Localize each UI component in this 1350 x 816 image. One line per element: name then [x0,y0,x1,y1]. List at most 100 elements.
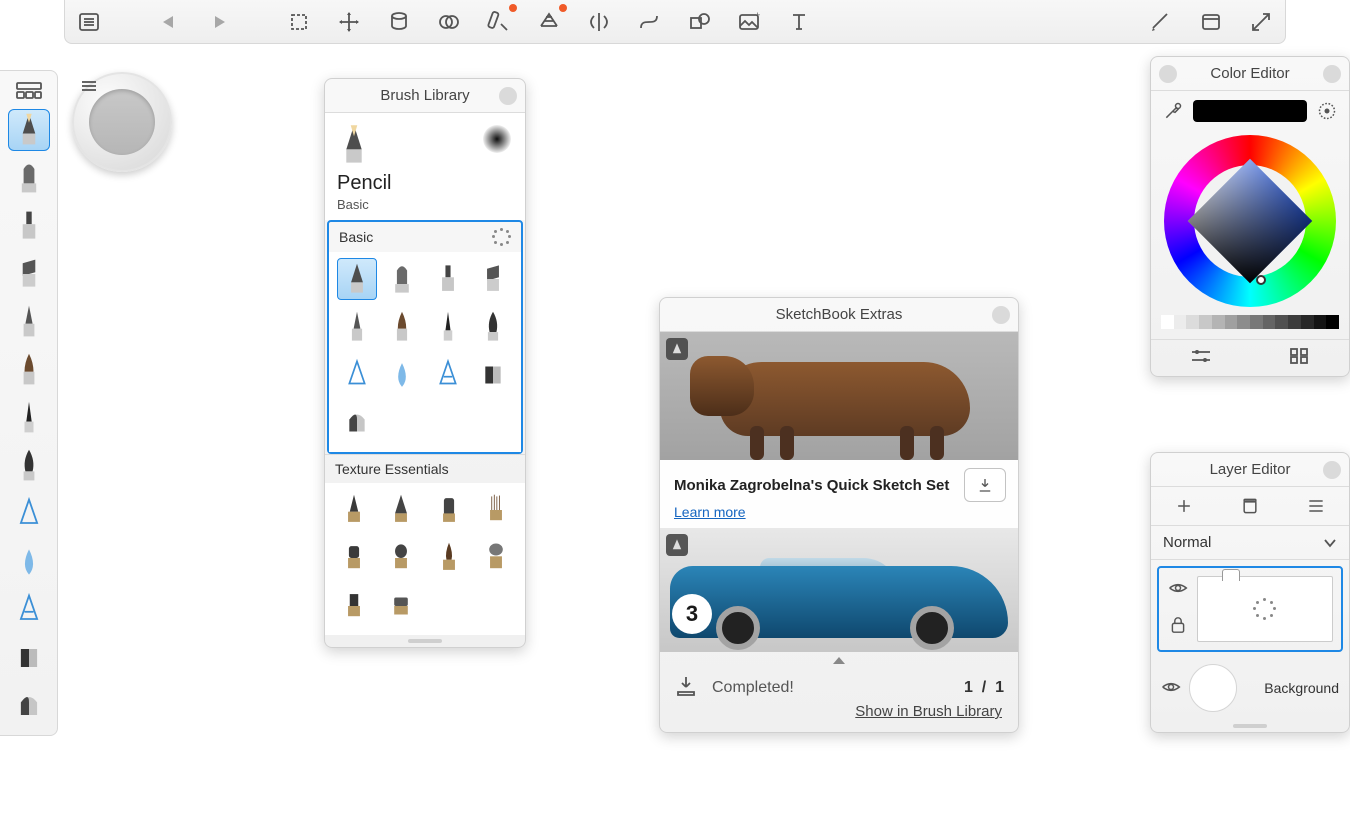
brush-cell[interactable] [428,258,468,300]
selection-icon[interactable] [283,6,315,38]
import-image-icon[interactable]: + [733,6,765,38]
brush-cell[interactable] [381,537,423,579]
color-diamond[interactable] [1188,159,1312,283]
sidebar-brush-pencil-blunt[interactable] [8,157,50,199]
sidebar-brush-nib[interactable] [8,445,50,487]
show-in-brush-library-link[interactable]: Show in Brush Library [660,701,1018,726]
brush-set-grid-basic [329,252,521,452]
resize-handle-icon[interactable] [325,635,525,647]
add-layer-icon[interactable] [1170,495,1198,517]
current-color-swatch[interactable] [1193,100,1307,122]
fill-icon[interactable] [383,6,415,38]
brush-cell[interactable] [381,585,423,627]
menu-list-icon[interactable] [73,6,105,38]
sidebar-brush-chisel[interactable] [8,253,50,295]
sidebar-brush-wide[interactable] [8,349,50,391]
background-label: Background [1245,680,1339,696]
opacity-handle-icon[interactable] [1222,569,1240,581]
perspective-icon[interactable] [533,6,565,38]
brush-cell[interactable] [476,537,518,579]
brush-cell[interactable] [476,489,518,531]
color-marker-icon[interactable] [1256,275,1266,285]
shape-icon[interactable] [683,6,715,38]
text-icon[interactable] [783,6,815,38]
brush-puck[interactable] [72,72,172,172]
visibility-icon[interactable] [1161,680,1181,697]
sidebar-brush-pencil[interactable] [8,109,50,151]
brush-cell[interactable] [474,306,514,348]
brush-cell[interactable] [474,354,514,396]
close-icon[interactable] [992,306,1010,324]
symmetry-icon[interactable] [583,6,615,38]
brush-set-grid-texture [325,483,525,635]
download-button[interactable] [964,468,1006,502]
brush-set-header-basic[interactable]: Basic [329,222,521,252]
palette-grid-icon[interactable] [11,79,47,103]
expand-up-icon[interactable] [660,652,1018,668]
panel-header[interactable]: Color Editor [1151,57,1349,91]
sidebar-brush-ink[interactable] [8,397,50,439]
brush-cell[interactable] [337,402,377,444]
brush-cell[interactable] [333,585,375,627]
brush-cell[interactable] [383,306,423,348]
brush-cell[interactable] [333,537,375,579]
collapse-icon[interactable] [1159,65,1177,83]
learn-more-link[interactable]: Learn more [660,504,1018,528]
layer-item-selected[interactable] [1157,566,1343,652]
brush-cell[interactable] [337,354,377,396]
sliders-tab-icon[interactable] [1187,346,1215,366]
ruler-icon[interactable] [483,6,515,38]
brush-cell[interactable] [383,354,423,396]
transform-icon[interactable] [333,6,365,38]
panel-header[interactable]: SketchBook Extras [660,298,1018,332]
brush-cell[interactable] [428,489,470,531]
sidebar-brush-soft[interactable] [8,541,50,583]
sidebar-brush-pen[interactable] [8,301,50,343]
brush-set-badge-icon [666,338,688,360]
brush-cell[interactable] [428,537,470,579]
eyedropper-icon[interactable] [1161,99,1185,123]
brush-puck-toggle-icon[interactable] [1145,6,1177,38]
close-icon[interactable] [499,87,517,105]
color-mode-icon[interactable] [1315,99,1339,123]
redo-icon[interactable] [203,6,235,38]
blend-mode-dropdown[interactable]: Normal [1151,526,1349,560]
layer-thumbnail[interactable] [1197,576,1333,642]
brush-cell[interactable] [381,489,423,531]
layer-stack-icon[interactable] [1236,495,1264,517]
brush-cell[interactable] [333,489,375,531]
background-color-swatch[interactable] [1189,664,1237,712]
curve-icon[interactable] [633,6,665,38]
sidebar-brush-half-2[interactable] [8,685,50,727]
undo-icon[interactable] [153,6,185,38]
grayscale-strip[interactable] [1161,315,1339,329]
fullscreen-icon[interactable] [1245,6,1277,38]
sidebar-brush-half[interactable] [8,637,50,679]
brush-cell[interactable] [383,258,423,300]
panels-icon[interactable] [1195,6,1227,38]
panel-header[interactable]: Layer Editor [1151,453,1349,487]
panel-header[interactable]: Brush Library [325,79,525,113]
resize-handle-icon[interactable] [1151,720,1349,732]
layer-menu-icon[interactable] [1302,495,1330,517]
brush-cell[interactable] [337,258,377,300]
background-layer[interactable]: Background [1151,658,1349,720]
lock-icon[interactable] [1170,616,1186,637]
sidebar-brush-marker[interactable] [8,205,50,247]
drag-handle-icon[interactable] [80,79,98,93]
color-wheel[interactable] [1164,135,1336,307]
close-icon[interactable] [1323,65,1341,83]
visibility-icon[interactable] [1168,581,1188,598]
brush-cell[interactable] [428,306,468,348]
color-mix-icon[interactable] [433,6,465,38]
sidebar-brush-hard[interactable] [8,493,50,535]
brush-cell[interactable] [428,354,468,396]
close-icon[interactable] [1323,461,1341,479]
brush-set-header-texture[interactable]: Texture Essentials [325,455,525,483]
brush-cell[interactable] [474,258,514,300]
brush-cell[interactable] [337,306,377,348]
brush-library-panel: Brush Library Pencil Basic Basic [324,78,526,648]
sidebar-brush-erase[interactable] [8,589,50,631]
swatches-tab-icon[interactable] [1286,346,1314,366]
notification-dot-icon [559,4,567,12]
